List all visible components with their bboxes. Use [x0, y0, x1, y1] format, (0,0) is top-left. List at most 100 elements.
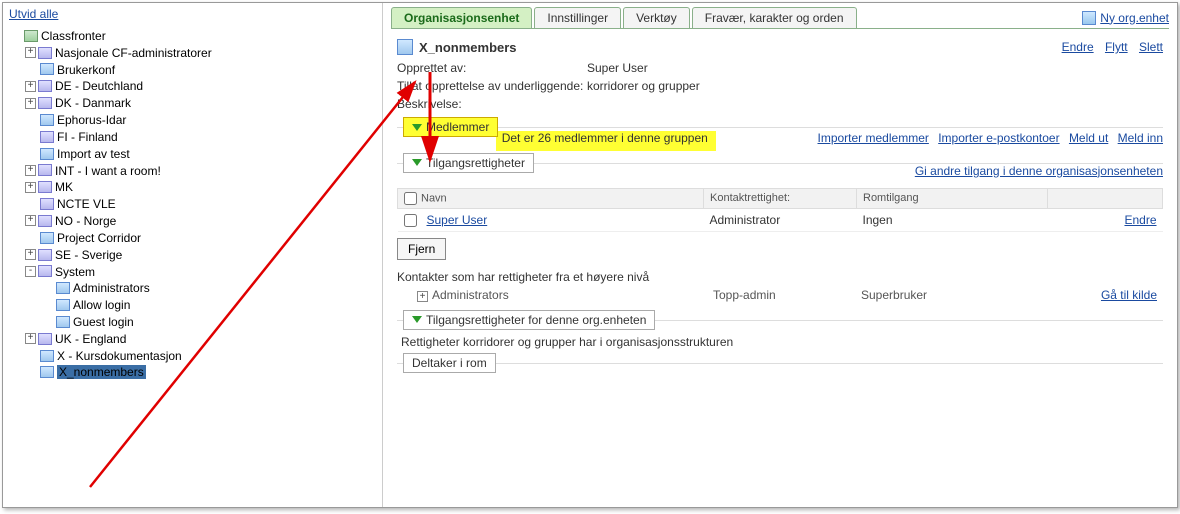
members-summary: Det er 26 medlemmer i denne gruppen [502, 131, 708, 145]
tree-label[interactable]: Import av test [57, 147, 130, 161]
row-checkbox[interactable] [404, 214, 417, 227]
tree-label[interactable]: Nasjonale CF-administratorer [55, 46, 212, 60]
grp-icon [38, 215, 52, 227]
tree-item[interactable]: Guest login [9, 313, 376, 330]
edit-link[interactable]: Endre [1062, 40, 1094, 54]
tree-label[interactable]: Project Corridor [57, 231, 141, 245]
expand-all-link[interactable]: Utvid alle [9, 7, 58, 21]
tree-item[interactable]: Project Corridor [9, 229, 376, 246]
tab[interactable]: Verktøy [623, 7, 690, 28]
unit-access-section: Tilgangsrettigheter for denne org.enhete… [397, 320, 1163, 349]
usr-icon [56, 282, 70, 294]
grp-icon [40, 131, 54, 143]
tree-label[interactable]: NO - Norge [55, 214, 116, 228]
tree-label[interactable]: System [55, 264, 95, 278]
unit-access-header[interactable]: Tilgangsrettigheter for denne org.enhete… [403, 310, 655, 330]
tree-item[interactable]: Brukerkonf [9, 61, 376, 78]
edit-row-link[interactable]: Endre [1124, 213, 1156, 227]
user-link[interactable]: Super User [427, 213, 488, 227]
new-org-link[interactable]: Ny org.enhet [1082, 11, 1169, 25]
tree-label[interactable]: Classfronter [41, 29, 106, 43]
tree-item[interactable]: + MK [9, 178, 376, 195]
tree-label[interactable]: X - Kursdokumentasjon [57, 349, 182, 363]
expand-icon[interactable]: + [25, 182, 36, 193]
usr-icon [40, 232, 54, 244]
access-header[interactable]: Tilgangsrettigheter [403, 153, 534, 173]
tree-label[interactable]: Ephorus-Idar [57, 113, 126, 127]
folder-icon [24, 30, 38, 42]
tree-label[interactable]: Guest login [73, 315, 134, 329]
grant-access-link[interactable]: Gi andre tilgang i denne organisasjonsen… [915, 164, 1163, 178]
import-members-link[interactable]: Importer medlemmer [818, 131, 929, 145]
table-row: Super UserAdministratorIngenEndre [398, 208, 1163, 231]
tree-label[interactable]: Allow login [73, 298, 130, 312]
tree-label[interactable]: SE - Sverige [55, 248, 122, 262]
expand-icon[interactable]: + [25, 249, 36, 260]
tree-label[interactable]: UK - England [55, 332, 126, 346]
sidebar: Utvid alle Classfronter + Nasjonale CF-adm… [3, 3, 383, 507]
expand-icon[interactable]: + [25, 333, 36, 344]
tree-item[interactable]: - System [9, 263, 376, 280]
signout-link[interactable]: Meld ut [1069, 131, 1108, 145]
usr-icon [56, 299, 70, 311]
grp-icon [38, 80, 52, 92]
tree-item[interactable]: X - Kursdokumentasjon [9, 347, 376, 364]
tree-label[interactable]: NCTE VLE [57, 197, 116, 211]
tree-item[interactable]: NCTE VLE [9, 195, 376, 212]
tree-item[interactable]: + SE - Sverige [9, 246, 376, 263]
access-table: Navn Kontaktrettighet: Romtilgang Super … [397, 188, 1163, 232]
participants-section: Deltaker i rom [397, 363, 1163, 384]
delete-link[interactable]: Slett [1139, 40, 1163, 54]
tree-label[interactable]: Administrators [73, 281, 150, 295]
tree-item[interactable]: Ephorus-Idar [9, 111, 376, 128]
expand-icon[interactable]: + [25, 47, 36, 58]
tree-item[interactable]: Administrators [9, 279, 376, 296]
tree-label[interactable]: MK [55, 180, 73, 194]
tree-label[interactable]: DK - Danmark [55, 96, 131, 110]
tab[interactable]: Organisasjonsenhet [391, 7, 532, 28]
expand-icon[interactable]: + [25, 98, 36, 109]
tree-label[interactable]: FI - Finland [57, 130, 118, 144]
select-all-checkbox[interactable] [404, 192, 417, 205]
grp-icon [38, 181, 52, 193]
tree-item[interactable]: + DK - Danmark [9, 94, 376, 111]
tree-item[interactable]: Classfronter [9, 27, 376, 44]
tree-item[interactable]: + NO - Norge [9, 212, 376, 229]
import-email-link[interactable]: Importer e-postkontoer [938, 131, 1059, 145]
tree-item[interactable]: + Nasjonale CF-administratorer [9, 44, 376, 61]
expand-icon[interactable]: + [417, 291, 428, 302]
spacer [41, 283, 54, 294]
tree-item[interactable]: + INT - I want a room! [9, 162, 376, 179]
remove-button[interactable]: Fjern [397, 238, 446, 260]
tree-item[interactable]: X_nonmembers [9, 364, 376, 381]
grp-icon [38, 249, 52, 261]
tree-label[interactable]: Brukerkonf [57, 62, 115, 76]
tree-item[interactable]: + DE - Deutchland [9, 77, 376, 94]
room-cell: Ingen [857, 208, 1048, 231]
expand-icon[interactable]: + [25, 165, 36, 176]
collapse-icon[interactable]: - [25, 266, 36, 277]
spacer [25, 148, 38, 159]
tab[interactable]: Innstillinger [534, 7, 621, 28]
spacer [25, 64, 38, 75]
usr-icon [56, 316, 70, 328]
tree-label[interactable]: DE - Deutchland [55, 79, 143, 93]
unit-access-desc: Rettigheter korridorer og grupper har i … [397, 335, 1163, 349]
grp-icon [40, 198, 54, 210]
org-unit-icon [397, 39, 413, 55]
goto-source-link[interactable]: Gå til kilde [1101, 288, 1157, 302]
expand-icon[interactable]: + [25, 81, 36, 92]
spacer [41, 300, 54, 311]
tree-item[interactable]: FI - Finland [9, 128, 376, 145]
move-link[interactable]: Flytt [1105, 40, 1128, 54]
participants-header[interactable]: Deltaker i rom [403, 353, 496, 373]
tab[interactable]: Fravær, karakter og orden [692, 7, 857, 28]
tree-item[interactable]: + UK - England [9, 330, 376, 347]
expand-icon[interactable]: + [25, 215, 36, 226]
tree-label[interactable]: INT - I want a room! [55, 163, 161, 177]
signin-link[interactable]: Meld inn [1118, 131, 1163, 145]
tree-item[interactable]: Import av test [9, 145, 376, 162]
tree-item[interactable]: Allow login [9, 296, 376, 313]
tree-label[interactable]: X_nonmembers [57, 365, 146, 379]
members-header[interactable]: Medlemmer [403, 117, 498, 137]
